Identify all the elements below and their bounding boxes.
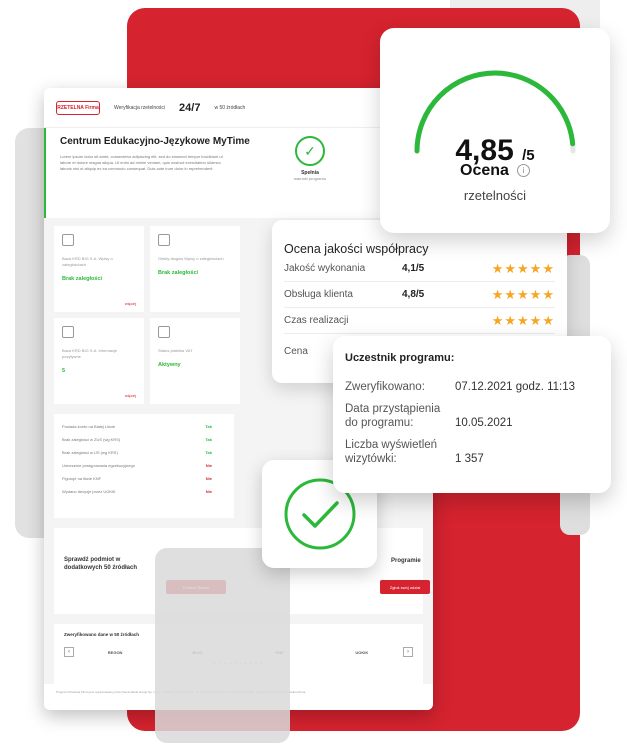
member-title: Uczestnik programu:	[345, 352, 455, 364]
card-status: Aktywny	[158, 362, 181, 368]
quality-row: Czas realizacji ★★★★★	[284, 308, 555, 334]
join-button[interactable]: Zgłoś swój udział	[380, 580, 430, 594]
list-item: Umorzenie postępowania egzekucyjnego Nie	[62, 463, 212, 468]
panel-title: Sprawdź podmiot w dodatkowych 50 źródłac…	[64, 557, 138, 571]
card-status: Brak zaległości	[158, 270, 199, 276]
source-item: REGON	[107, 649, 123, 655]
status-sub: warunki programu	[293, 176, 326, 181]
source-item: UOKiK	[355, 649, 369, 655]
check-circle-icon: ✓	[295, 136, 325, 166]
more-link[interactable]: więcej	[125, 301, 136, 306]
vat-icon	[158, 326, 170, 338]
logo[interactable]: RZETELNA Firma	[56, 100, 100, 115]
building-icon	[62, 234, 74, 246]
info-card: Baza KRD BIG S.A. Informacje pozytywne 5…	[54, 318, 144, 404]
info-card: Baza KRD BIG S.A. Wpisy o zaległościach …	[54, 226, 144, 312]
member-card: Uczestnik programu: Zweryfikowano: 07.12…	[333, 336, 611, 493]
list-item: Posiada konto na Białej Liście Tak	[62, 424, 212, 429]
verified-value: 07.12.2021 godz. 11:13	[455, 381, 576, 393]
company-name: Centrum Edukacyjno-Językowe MyTime	[60, 136, 250, 147]
card-title: Baza KRD BIG S.A. Informacje pozytywne	[62, 348, 118, 359]
joined-label: Data przystąpienia do programu:	[345, 403, 441, 429]
star-rating-icon: ★★★★★	[491, 260, 555, 276]
info-card: Status płatnika VAT Aktywny	[150, 318, 240, 404]
rating-card: 4,85 /5 Ocena i rzetelności	[380, 28, 610, 233]
checks-list: Posiada konto na Białej Liście Tak Brak z…	[54, 414, 234, 518]
badge-icon	[62, 326, 74, 338]
quality-row: Jakość wykonania 4,1/5 ★★★★★	[284, 256, 555, 282]
views-value: 1 357	[455, 453, 484, 465]
card-status: Brak zaległości	[62, 276, 103, 282]
next-arrow-icon[interactable]: ›	[403, 647, 413, 657]
card-title: Baza KRD BIG S.A. Wpisy o zaległościach	[62, 256, 113, 267]
card-title: Status płatnika VAT	[158, 348, 193, 353]
verify-label: Weryfikacja rzetelności	[114, 104, 166, 111]
program-status: ✓ Spełnia warunki programu	[290, 136, 330, 181]
rating-label: Ocena i	[380, 162, 610, 180]
rating-sub: rzetelności	[463, 188, 527, 203]
page-header: RZETELNA Firma Weryfikacja rzetelności 2…	[44, 88, 433, 128]
info-card: Giełdy długów Wpisy o zaległościach Brak…	[150, 226, 240, 312]
quality-row: Obsługa klienta 4,8/5 ★★★★★	[284, 282, 555, 308]
star-rating-icon: ★★★★★	[491, 312, 555, 328]
verify-sources: w 50 źródłach	[214, 104, 246, 111]
verify-big: 24/7	[179, 101, 201, 114]
star-rating-icon: ★★★★★	[491, 286, 555, 302]
card-title: Giełdy długów Wpisy o zaległościach	[158, 256, 224, 261]
program-label: Programie	[391, 558, 421, 564]
list-item: Figuruje na liście KNF Nie	[62, 476, 212, 481]
company-description: Lorem ipsum dolor sit amet, consectetur …	[60, 154, 223, 171]
more-link[interactable]: więcej	[125, 393, 136, 398]
joined-value: 10.05.2021	[455, 417, 513, 429]
list-item: Wydano decyzje przez UOKiK Nie	[62, 489, 212, 494]
info-icon[interactable]: i	[516, 164, 530, 178]
list-item: Brak zaległości w ZUS (wg KRS) Tak	[62, 437, 212, 442]
background-shape	[155, 548, 290, 743]
list-item: Brak zaległości w US (wg KRS) Tak	[62, 450, 212, 455]
verified-label: Zweryfikowano:	[345, 381, 425, 393]
views-label: Liczba wyświetleń wizytówki:	[345, 439, 438, 465]
company-hero: Centrum Edukacyjno-Językowe MyTime Lorem…	[44, 128, 433, 218]
prev-arrow-icon[interactable]: ‹	[64, 647, 74, 657]
card-status: 5	[62, 368, 66, 374]
chart-icon	[158, 234, 170, 246]
quality-title: Ocena jakości współpracy	[284, 242, 429, 256]
